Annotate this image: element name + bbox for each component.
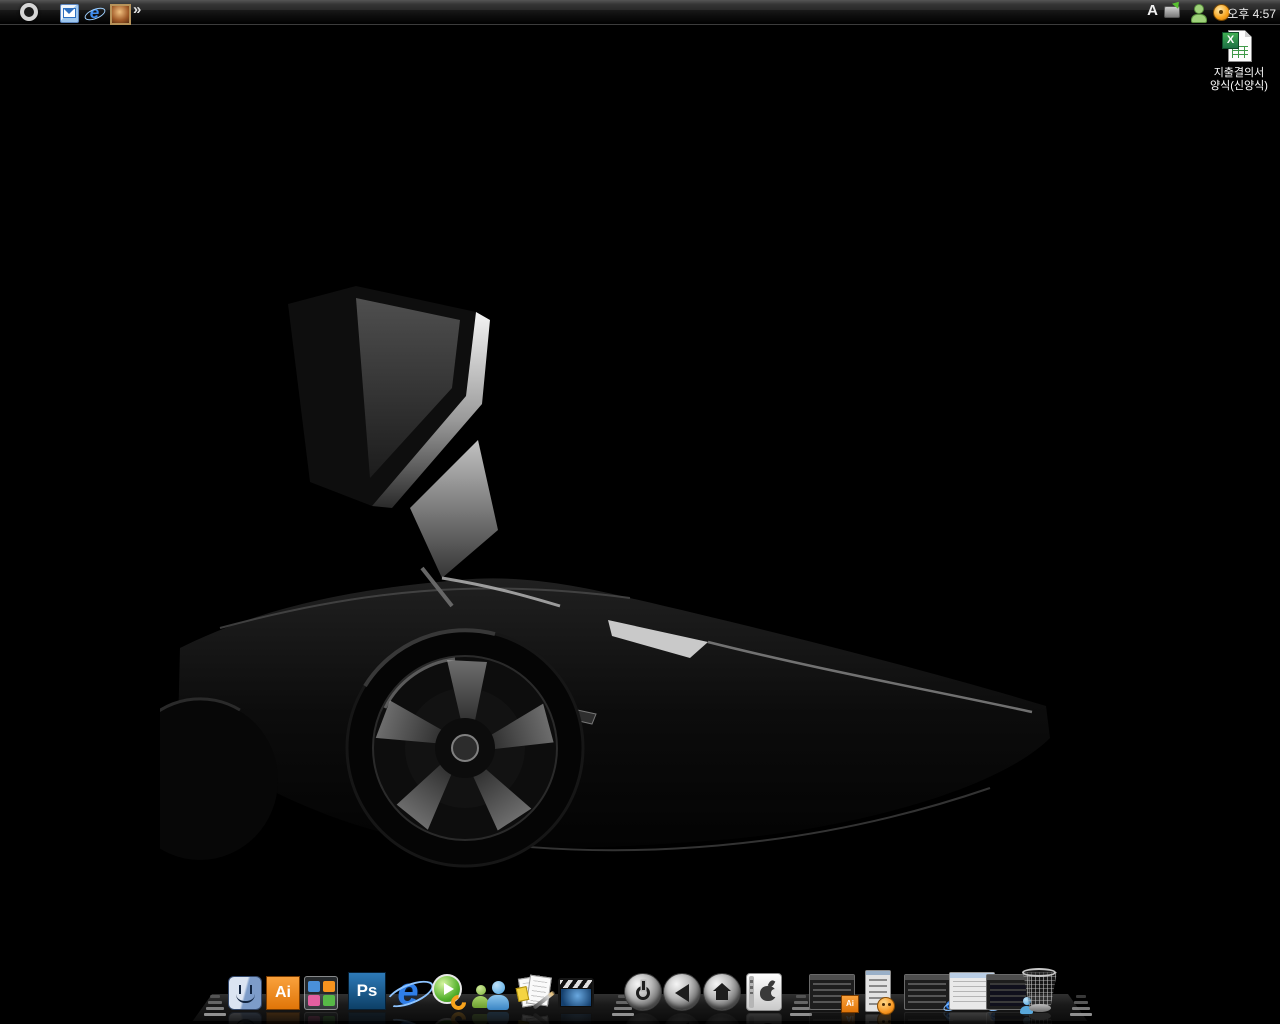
illustrator-icon[interactable]: Ai <box>266 976 300 1010</box>
clock[interactable]: 오후 4:57 <box>1227 5 1276 22</box>
browser-window-dark-thumbnail[interactable]: e <box>904 974 950 1010</box>
back-button[interactable] <box>663 973 701 1011</box>
wallpaper-car <box>160 268 1060 880</box>
desktop: e » A 오후 4:57 X 지출결의서 양식(신양식) Ai Ps e <box>0 0 1280 1024</box>
dock-separator <box>1068 992 1094 1016</box>
egg-mascot-badge-icon <box>877 997 895 1015</box>
office-media-icon[interactable] <box>430 974 466 1010</box>
excel-file-icon: X <box>1224 30 1254 64</box>
home-button[interactable] <box>703 973 741 1011</box>
ime-language-indicator[interactable]: A <box>1147 2 1158 19</box>
movies-icon[interactable] <box>558 978 594 1009</box>
start-orb-icon[interactable] <box>20 3 38 21</box>
illustrator-badge-icon: Ai <box>841 995 859 1013</box>
photoshop-icon[interactable]: Ps <box>348 972 386 1010</box>
menu-bar: e » A 오후 4:57 <box>0 0 1280 25</box>
playlist-window-thumbnail[interactable] <box>865 970 891 1012</box>
excel-x-glyph: X <box>1222 32 1239 49</box>
outlook-express-icon[interactable] <box>60 4 79 23</box>
documents-icon[interactable] <box>516 974 554 1010</box>
internet-explorer-icon[interactable]: e <box>86 4 103 21</box>
messenger-icon[interactable] <box>472 974 512 1010</box>
power-button[interactable] <box>624 973 662 1011</box>
menubar-gloss <box>0 0 1280 10</box>
desktop-icon-excel-file[interactable]: X 지출결의서 양식(신양식) <box>1196 30 1280 93</box>
apple-card-icon[interactable] <box>746 973 782 1011</box>
stack-box-icon[interactable] <box>304 976 338 1010</box>
illustrator-window-thumbnail[interactable]: Ai <box>809 974 855 1010</box>
finder-icon[interactable] <box>228 976 262 1010</box>
internet-explorer-dock-icon[interactable]: e <box>388 972 428 1012</box>
desktop-icon-label: 지출결의서 양식(신양식) <box>1196 67 1280 93</box>
dock: Ai Ps e Ai <box>190 968 1090 1024</box>
toolbar-overflow-chevron[interactable]: » <box>133 1 141 18</box>
dock-separator <box>202 992 228 1016</box>
messenger-online-icon[interactable] <box>1191 4 1206 20</box>
picture-viewer-icon[interactable] <box>110 4 131 25</box>
removable-device-icon[interactable] <box>1164 6 1180 18</box>
trash-icon[interactable] <box>1023 969 1057 1011</box>
